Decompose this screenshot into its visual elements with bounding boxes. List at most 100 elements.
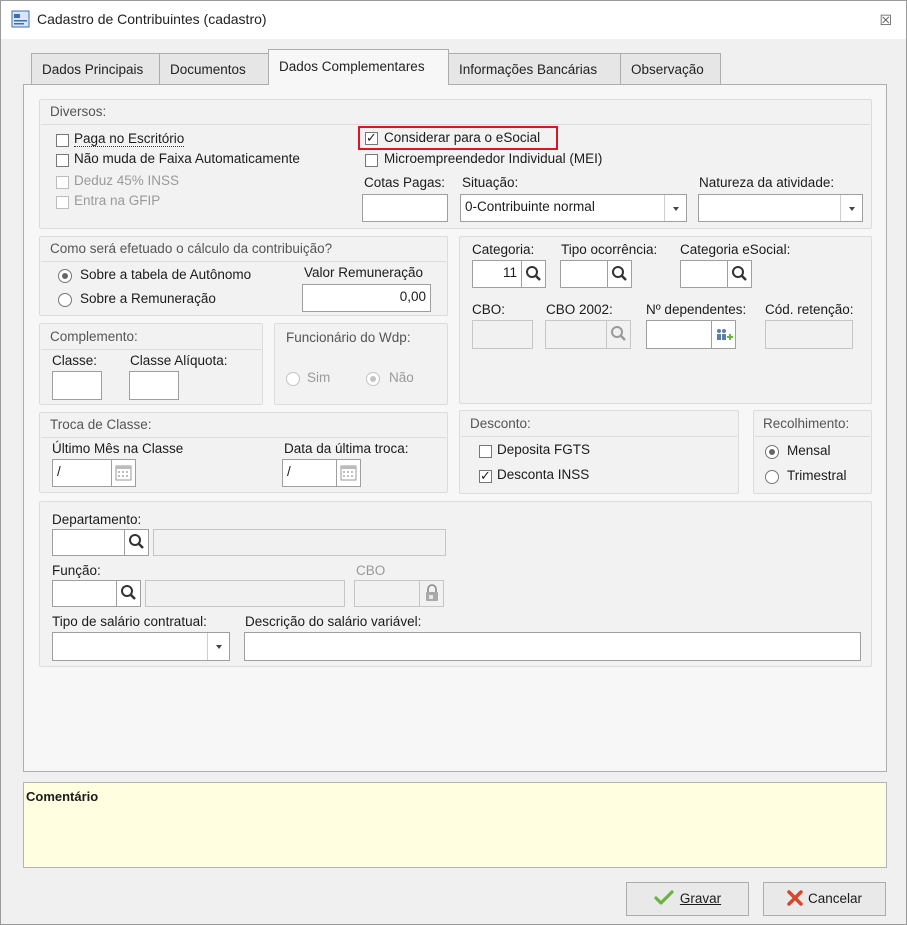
classe-label: Classe: xyxy=(52,353,98,368)
cadastro-window: Cadastro de Contribuintes (cadastro) ☒ D… xyxy=(0,0,907,925)
cbo2002-label: CBO 2002: xyxy=(546,302,613,317)
deposita-fgts-label: Deposita FGTS xyxy=(497,442,591,457)
cancelar-button[interactable]: Cancelar xyxy=(763,882,886,916)
funcionario-nao-radio[interactable] xyxy=(366,372,380,386)
recolhimento-trimestral-label: Trimestral xyxy=(787,468,847,483)
app-icon xyxy=(11,10,30,28)
funcao-code-input[interactable] xyxy=(52,580,117,607)
tab-documentos[interactable]: Documentos xyxy=(159,53,269,84)
situacao-label: Situação: xyxy=(462,175,519,190)
recolhimento-mensal-radio[interactable] xyxy=(765,445,779,459)
departamento-search-button[interactable] xyxy=(124,529,149,556)
desconta-inss-checkbox[interactable] xyxy=(479,468,492,484)
tipo-ocorrencia-search-button[interactable] xyxy=(607,260,632,288)
funcao-cbo-lock-button[interactable] xyxy=(419,580,444,607)
cotas-pagas-label: Cotas Pagas: xyxy=(364,175,446,190)
cbo2002-search-button[interactable] xyxy=(606,320,631,349)
window-title: Cadastro de Contribuintes (cadastro) xyxy=(37,11,267,27)
search-icon xyxy=(611,326,626,341)
tab-observacao[interactable]: Observação xyxy=(620,53,721,84)
calendar-icon xyxy=(340,465,357,481)
departamento-code-input[interactable] xyxy=(52,529,125,556)
funcao-cbo-label: CBO xyxy=(356,563,386,578)
classe-input[interactable] xyxy=(52,371,102,400)
categoria-esocial-search-button[interactable] xyxy=(727,260,752,288)
calculo-autonomo-radio[interactable] xyxy=(58,269,72,283)
funcionario-sim-label: Sim xyxy=(307,370,331,385)
cod-retencao-input[interactable] xyxy=(765,320,853,349)
categoria-input[interactable]: 11 xyxy=(472,260,522,288)
mei-checkbox[interactable] xyxy=(365,154,378,167)
group-title-recolhimento: Recolhimento: xyxy=(763,416,850,431)
calculo-remuneracao-radio[interactable] xyxy=(58,293,72,307)
cbo-label: CBO: xyxy=(472,302,506,317)
categoria-search-button[interactable] xyxy=(521,260,546,288)
categoria-label: Categoria: xyxy=(472,242,535,257)
deduz-inss-checkbox[interactable] xyxy=(56,176,69,189)
classe-aliquota-input[interactable] xyxy=(129,371,179,400)
tipo-salario-select[interactable] xyxy=(52,632,230,661)
valor-remuneracao-label: Valor Remuneração xyxy=(304,265,424,280)
recolhimento-mensal-label: Mensal xyxy=(787,443,831,458)
descricao-salario-label: Descrição do salário variável: xyxy=(245,614,422,629)
data-ultima-troca-calendar-button[interactable] xyxy=(336,459,361,487)
funcionario-nao-label: Não xyxy=(389,370,414,385)
dependentes-input[interactable] xyxy=(646,320,712,349)
tipo-ocorrencia-input[interactable] xyxy=(560,260,608,288)
group-title-calculo: Como será efetuado o cálculo da contribu… xyxy=(50,241,333,256)
natureza-atividade-label: Natureza da atividade: xyxy=(699,175,835,190)
considerar-esocial-checkbox[interactable] xyxy=(365,130,378,146)
considerar-esocial-label: Considerar para o eSocial xyxy=(384,130,541,145)
group-title-troca-classe: Troca de Classe: xyxy=(50,417,152,432)
search-icon xyxy=(121,585,136,600)
funcao-cbo-input xyxy=(354,580,420,607)
tab-informacoes-bancarias[interactable]: Informações Bancárias xyxy=(448,53,621,84)
recolhimento-trimestral-radio[interactable] xyxy=(765,470,779,484)
cbo-input[interactable] xyxy=(472,320,533,349)
classe-aliquota-label: Classe Alíquota: xyxy=(130,353,228,368)
group-separator xyxy=(755,436,870,437)
paga-escritorio-label: Paga no Escritório xyxy=(74,131,185,147)
tab-dados-complementares[interactable]: Dados Complementares xyxy=(268,49,449,85)
gravar-button[interactable]: Gravar xyxy=(626,882,749,916)
cotas-pagas-input[interactable] xyxy=(362,194,448,222)
funcao-search-button[interactable] xyxy=(116,580,141,607)
comentario-box[interactable]: Comentário xyxy=(23,782,887,868)
tipo-ocorrencia-label: Tipo ocorrência: xyxy=(561,242,658,257)
nao-muda-faixa-label: Não muda de Faixa Automaticamente xyxy=(74,151,300,166)
chevron-down-icon[interactable] xyxy=(840,195,862,221)
lock-icon xyxy=(426,584,438,601)
group-separator xyxy=(41,437,446,438)
ultimo-mes-label: Último Mês na Classe xyxy=(52,441,184,456)
close-icon[interactable]: ☒ xyxy=(879,12,892,29)
tab-dados-principais[interactable]: Dados Principais xyxy=(31,53,160,84)
ultimo-mes-input[interactable]: / xyxy=(52,459,112,487)
cod-retencao-label: Cód. retenção: xyxy=(765,302,854,317)
dependentes-button[interactable] xyxy=(711,320,736,349)
chevron-down-icon[interactable] xyxy=(207,633,229,660)
search-icon xyxy=(732,266,747,281)
nao-muda-faixa-checkbox[interactable] xyxy=(56,154,69,167)
deposita-fgts-checkbox[interactable] xyxy=(479,445,492,458)
paga-escritorio-checkbox[interactable] xyxy=(56,134,69,147)
chevron-down-icon[interactable] xyxy=(664,195,686,221)
x-icon xyxy=(787,890,803,906)
categoria-esocial-label: Categoria eSocial: xyxy=(680,242,791,257)
tipo-salario-label: Tipo de salário contratual: xyxy=(52,614,207,629)
entra-gfip-checkbox[interactable] xyxy=(56,196,69,209)
categoria-esocial-input[interactable] xyxy=(680,260,728,288)
data-ultima-troca-input[interactable]: / xyxy=(282,459,337,487)
funcionario-sim-radio[interactable] xyxy=(286,372,300,386)
departamento-label: Departamento: xyxy=(52,512,142,527)
search-icon xyxy=(129,534,144,549)
cbo2002-input[interactable] xyxy=(545,320,607,349)
ultimo-mes-calendar-button[interactable] xyxy=(111,459,136,487)
search-icon xyxy=(526,266,541,281)
valor-remuneracao-input[interactable]: 0,00 xyxy=(302,284,431,312)
natureza-atividade-select[interactable] xyxy=(698,194,863,222)
descricao-salario-input[interactable] xyxy=(244,632,861,661)
group-title-complemento: Complemento: xyxy=(50,329,138,344)
situacao-select[interactable]: 0-Contribuinte normal xyxy=(460,194,687,222)
calculo-autonomo-label: Sobre a tabela de Autônomo xyxy=(80,267,252,282)
mei-label: Microempreendedor Individual (MEI) xyxy=(384,151,603,166)
